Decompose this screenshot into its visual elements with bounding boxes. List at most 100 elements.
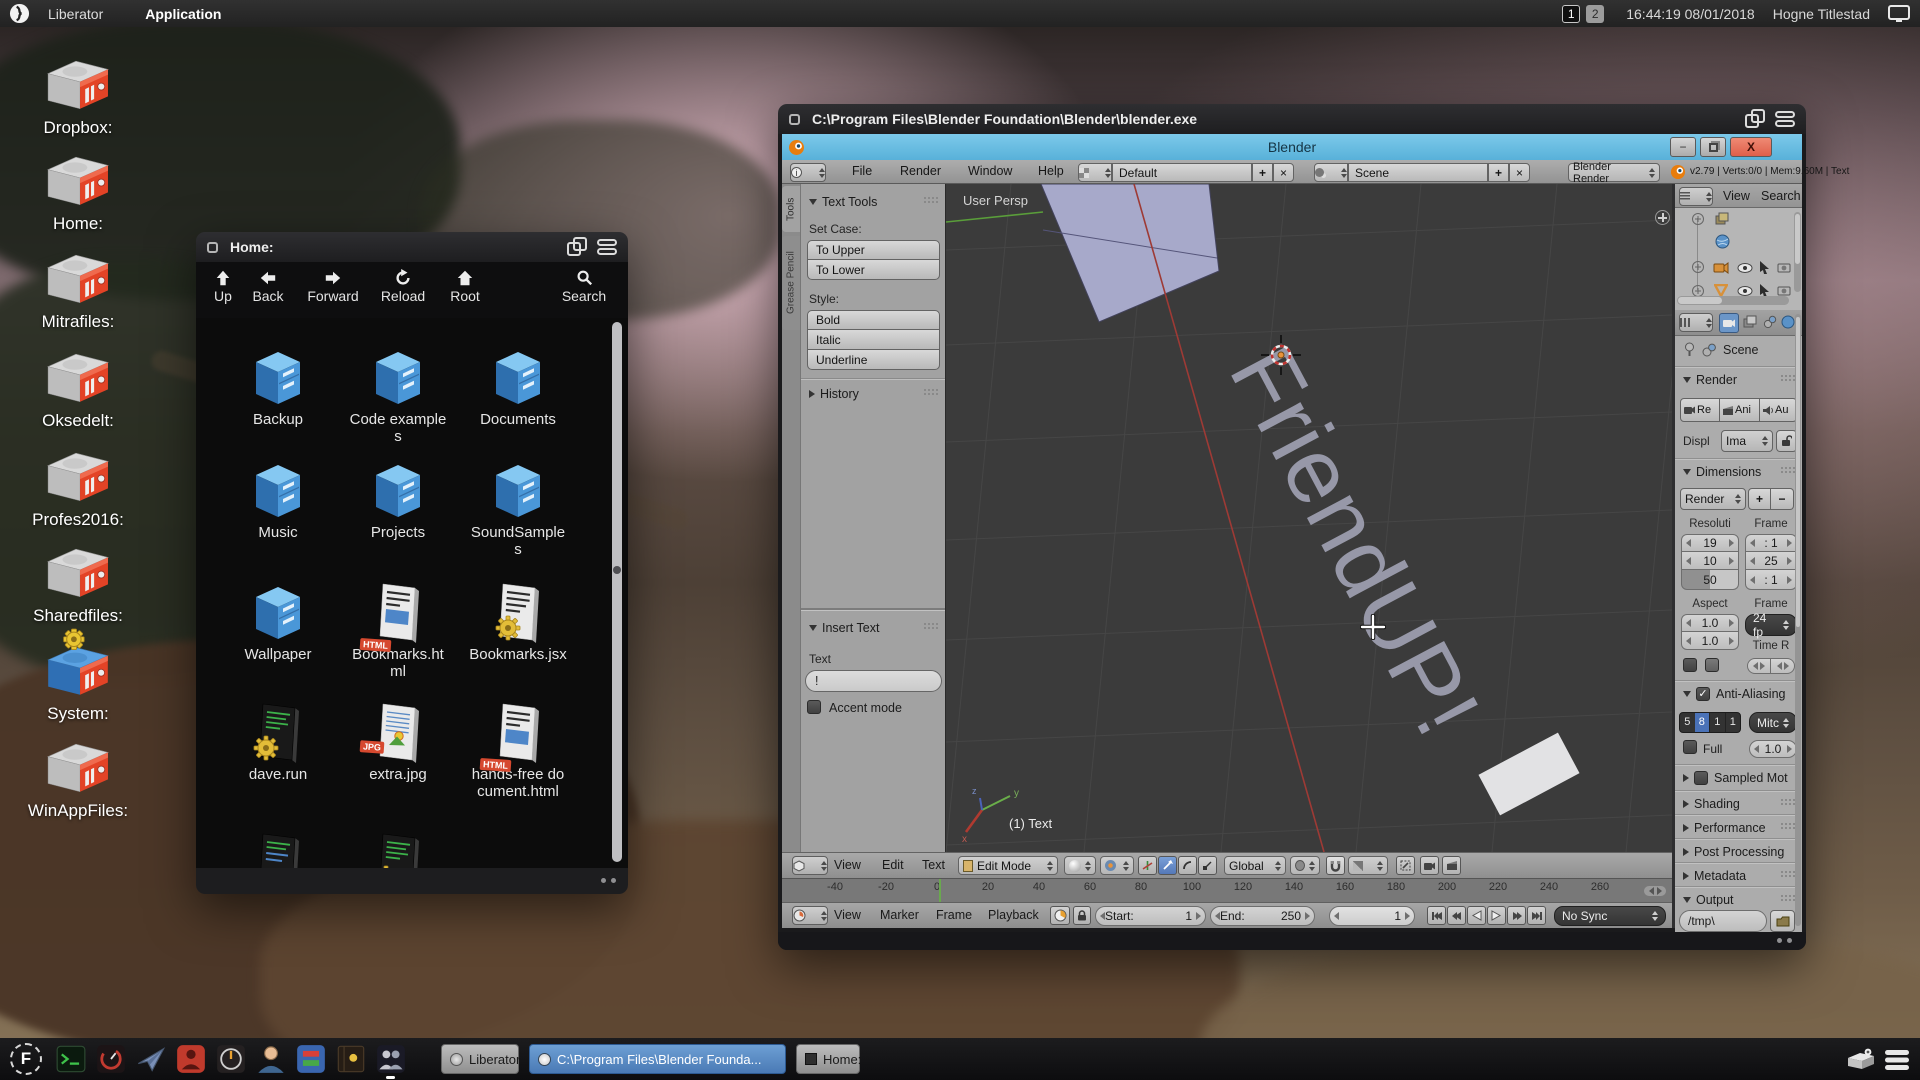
dock-people-icon[interactable] [376, 1044, 406, 1074]
panel-sampled-motion-blur[interactable]: Sampled Mot [1675, 768, 1802, 788]
file-item[interactable]: Code examples [348, 345, 448, 446]
resize-grip[interactable] [601, 878, 616, 883]
jump-to-end-button[interactable] [1527, 906, 1546, 925]
dock-red-app-icon[interactable] [176, 1044, 206, 1074]
play-button[interactable] [1487, 906, 1506, 925]
border-checkbox[interactable] [1683, 658, 1697, 672]
accent-mode-checkbox[interactable] [807, 700, 821, 714]
timeline-menu-frame[interactable]: Frame [936, 908, 972, 922]
transform-orientation-dropdown[interactable]: Global [1224, 856, 1286, 875]
dock-software-icon[interactable] [296, 1044, 326, 1074]
file-item[interactable]: dave.run [228, 700, 328, 783]
file-item[interactable]: HTMLBookmarks.html [348, 580, 448, 681]
manipulator-rotate-button[interactable] [1178, 856, 1197, 875]
timeline-menu-view[interactable]: View [834, 908, 861, 922]
frame-end-field[interactable]: End:250 [1210, 906, 1315, 926]
italic-button[interactable]: Italic [807, 330, 940, 350]
render-engine-dropdown[interactable]: Blender Render [1568, 163, 1660, 182]
desktop-icon-mitrafiles[interactable]: Mitrafiles: [16, 248, 140, 332]
mode-dropdown[interactable]: Edit Mode [958, 856, 1058, 875]
aa-filter-dropdown[interactable]: Mitc [1749, 712, 1797, 733]
aa-samples-11[interactable]: 1 [1709, 713, 1725, 732]
dock-paper-plane-icon[interactable] [136, 1044, 166, 1074]
time-remap-new[interactable] [1771, 658, 1795, 674]
desktop-icon-dropbox[interactable]: Dropbox: [16, 54, 140, 138]
manipulator-axis-button[interactable] [1138, 856, 1157, 875]
aa-samples-5[interactable]: 5 [1680, 713, 1695, 732]
res-percentage-slider[interactable]: 50 [1681, 570, 1739, 590]
browse-output-button[interactable] [1770, 910, 1795, 932]
dock-avatar-icon[interactable] [256, 1044, 286, 1074]
add-preset-button[interactable]: + [1748, 488, 1771, 510]
text-menu[interactable]: Text [922, 858, 945, 872]
search-button[interactable]: Search [555, 269, 613, 304]
task-button-home[interactable]: Home: [796, 1044, 860, 1074]
panel-grip-icon[interactable] [1780, 374, 1796, 382]
outliner-vscrollbar[interactable] [1794, 212, 1801, 292]
tray-list-icon[interactable] [1884, 1049, 1910, 1071]
panel-grip-icon[interactable] [923, 388, 939, 396]
tray-system-drive-icon[interactable] [1846, 1048, 1880, 1072]
file-item[interactable]: Backup [228, 345, 328, 428]
tab-world[interactable] [1781, 315, 1795, 334]
editor-type-button[interactable]: i [790, 163, 826, 182]
file-item[interactable] [228, 830, 328, 868]
display-mode-dropdown[interactable]: Ima [1721, 430, 1773, 452]
desktop-icon-oksedelt[interactable]: Oksedelt: [16, 347, 140, 431]
tab-render-layers[interactable] [1743, 315, 1758, 334]
render-still-button[interactable]: Re [1680, 398, 1720, 422]
render-border-button[interactable] [1396, 856, 1415, 875]
panel-anti-aliasing[interactable]: ✓ Anti-Aliasing [1675, 684, 1802, 704]
file-item[interactable]: Bookmarks.jsx [468, 580, 568, 663]
home-titlebar[interactable]: Home: [196, 232, 628, 262]
edit-menu[interactable]: Edit [882, 858, 904, 872]
panel-grip-icon[interactable] [1780, 466, 1796, 474]
selectability-cursor-icon[interactable] [1759, 261, 1770, 274]
desktop-icon-profes2016[interactable]: Profes2016: [16, 446, 140, 530]
viewport-3d[interactable]: FriendUP! User Persp (1) Text y x z [945, 184, 1672, 852]
to-lower-button[interactable]: To Lower [807, 260, 940, 280]
menu-render[interactable]: Render [900, 164, 941, 178]
file-item[interactable]: Wallpaper [228, 580, 328, 663]
frame-start-field[interactable]: : 1 [1745, 534, 1797, 552]
tab-render[interactable] [1719, 313, 1739, 333]
editor-type-button[interactable] [1679, 187, 1713, 206]
window-minimize-icon[interactable] [596, 236, 618, 258]
world-item-icon[interactable] [1715, 234, 1730, 249]
expand-icon[interactable] [1691, 260, 1705, 274]
full-sample-checkbox[interactable] [1683, 740, 1697, 754]
aa-samples-8-selected[interactable]: 8 [1695, 713, 1710, 732]
renderability-camera-icon[interactable] [1777, 285, 1791, 296]
task-button-liberator[interactable]: Liberator [441, 1044, 519, 1074]
time-remap-old[interactable] [1747, 658, 1771, 674]
timeline-menu-playback[interactable]: Playback [988, 908, 1039, 922]
desktop-icon-sharedfiles[interactable]: Sharedfiles: [16, 542, 140, 626]
workspace-1-badge[interactable]: 1 [1562, 5, 1580, 23]
reload-button[interactable]: Reload [377, 269, 429, 304]
screen-layout-icon-button[interactable] [1078, 163, 1112, 182]
ruler-scroll-widget[interactable] [1644, 886, 1666, 896]
window-maximize-icon[interactable] [1744, 108, 1766, 130]
timeline-menu-marker[interactable]: Marker [880, 908, 919, 922]
manipulator-translate-button-active[interactable] [1158, 856, 1177, 875]
app-minimize-button[interactable]: − [1670, 137, 1696, 157]
frame-step-field[interactable]: : 1 [1745, 570, 1797, 590]
manipulator-scale-button[interactable] [1198, 856, 1217, 875]
panel-grip-icon[interactable] [923, 196, 939, 204]
visibility-eye-icon[interactable] [1737, 263, 1753, 273]
outliner-hscrollbar[interactable] [1677, 296, 1789, 305]
panel-grip-icon[interactable] [1780, 822, 1796, 830]
scrollbar[interactable] [612, 322, 622, 862]
file-item[interactable]: Music [228, 458, 328, 541]
panel-grip-icon[interactable] [923, 622, 939, 630]
scrollbar-thumb[interactable] [1796, 317, 1800, 627]
editor-type-button[interactable] [792, 906, 828, 925]
forward-button[interactable]: Forward [301, 269, 365, 304]
dock-book-icon[interactable] [336, 1044, 366, 1074]
view-menu[interactable]: View [834, 858, 861, 872]
aspect-x-field[interactable]: 1.0 [1681, 614, 1739, 632]
friend-menu-button[interactable]: F [10, 1043, 42, 1075]
scrollbar-thumb[interactable] [613, 566, 621, 574]
menu-file[interactable]: File [852, 164, 872, 178]
orientation-sphere-dropdown[interactable] [1290, 856, 1320, 875]
